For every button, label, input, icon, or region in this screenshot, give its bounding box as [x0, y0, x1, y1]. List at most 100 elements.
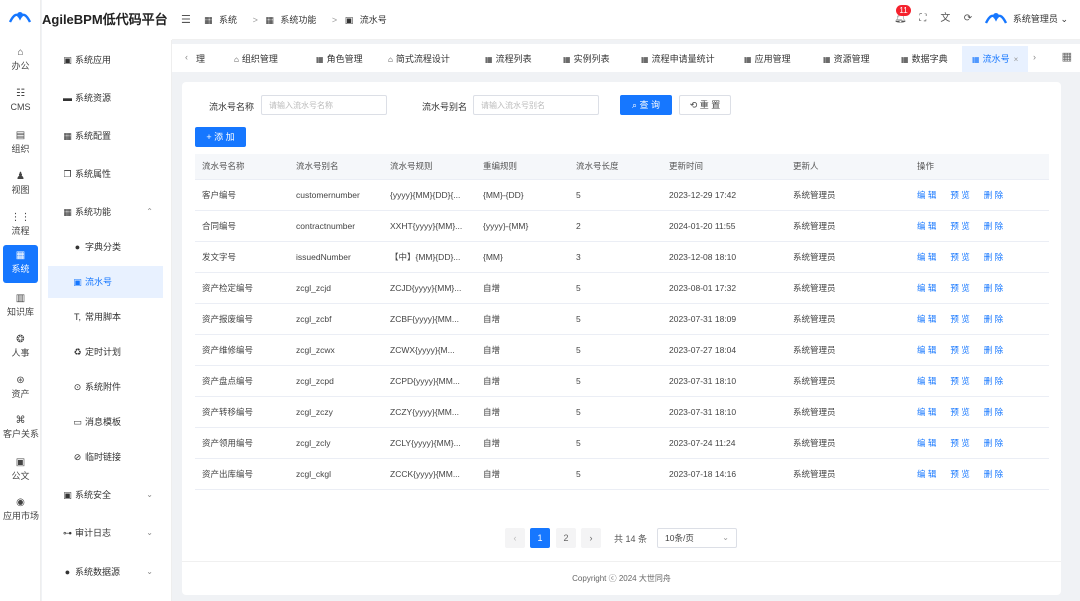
preview-button[interactable]: 预 览 [950, 345, 969, 355]
tab-4[interactable]: ⌂ 简式流程设计 [378, 46, 460, 72]
rail-item-5[interactable]: ⋮⋮ 流程 [3, 207, 38, 245]
serial-name-input[interactable] [261, 95, 387, 115]
home-icon: ⌂ [17, 47, 24, 58]
sidebar-item-9[interactable]: ♻ 定时计划 [48, 336, 163, 368]
edit-button[interactable]: 编 辑 [917, 221, 936, 231]
sidebar-item-11[interactable]: ▭ 消息模板 [48, 406, 163, 438]
table-cell: 5 [569, 272, 662, 304]
sidebar-item-13[interactable]: ▣ 系统安全 ⌄ [48, 479, 163, 511]
rail-item-2[interactable]: ☷ CMS [3, 83, 38, 121]
sidebar-item-14[interactable]: ⊶ 审计日志 ⌄ [48, 517, 163, 549]
page-2-button[interactable]: 2 [556, 528, 576, 548]
prev-page-button[interactable]: ‹ [505, 528, 525, 548]
rail-item-12[interactable]: ◉ 应用市场 [3, 492, 39, 530]
delete-button[interactable]: 删 除 [984, 345, 1003, 355]
preview-button[interactable]: 预 览 [950, 314, 969, 324]
breadcrumb-item-system[interactable]: ▦ 系统 [204, 15, 241, 25]
delete-button[interactable]: 删 除 [984, 407, 1003, 417]
rail-item-6[interactable]: ▦ 系统 [3, 245, 38, 283]
tab-8[interactable]: ▦ 应用管理 [734, 46, 801, 72]
preview-button[interactable]: 预 览 [950, 376, 969, 386]
rail-item-9[interactable]: ⊛ 资产 [3, 370, 38, 408]
edit-button[interactable]: 编 辑 [917, 469, 936, 479]
rail-item-3[interactable]: ▤ 组织 [3, 125, 38, 163]
avatar[interactable] [984, 9, 1008, 29]
edit-button[interactable]: 编 辑 [917, 283, 936, 293]
rail-item-7[interactable]: ▥ 知识库 [3, 288, 38, 326]
sidebar-item-15[interactable]: ● 系统数据源 ⌄ [48, 556, 163, 588]
rail-item-1[interactable]: ⌂ 办公 [3, 42, 38, 80]
menu-icon: ❐ [63, 169, 72, 179]
menu-toggle-icon[interactable]: ☰ [181, 13, 191, 26]
breadcrumb-item-serial[interactable]: ▣ 流水号 [345, 15, 391, 25]
delete-button[interactable]: 删 除 [984, 314, 1003, 324]
tab-7[interactable]: ▦ 流程申请量统计 [631, 46, 725, 72]
sidebar-item-2[interactable]: ▬ 系统资源 [48, 82, 163, 114]
bell-icon[interactable]: 🔔︎ 11 [890, 5, 911, 30]
delete-button[interactable]: 删 除 [984, 283, 1003, 293]
sidebar-item-4[interactable]: ❐ 系统属性 [48, 158, 163, 190]
table-cell: {MM} [476, 241, 569, 273]
tab-11[interactable]: ▦ 流水号 × [962, 46, 1029, 72]
tab-6[interactable]: ▦ 实例列表 [553, 46, 620, 72]
table-cell: 资产维修编号 [195, 334, 289, 366]
tab-5[interactable]: ▦ 流程列表 [475, 46, 542, 72]
edit-button[interactable]: 编 辑 [917, 345, 936, 355]
tab-10[interactable]: ▦ 数据字典 [891, 46, 958, 72]
delete-button[interactable]: 删 除 [984, 190, 1003, 200]
sidebar-item-3[interactable]: ▦ 系统配置 [48, 120, 163, 152]
delete-button[interactable]: 删 除 [984, 221, 1003, 231]
delete-button[interactable]: 删 除 [984, 376, 1003, 386]
preview-button[interactable]: 预 览 [950, 221, 969, 231]
reset-button[interactable]: ⟲ 重 置 [679, 95, 731, 115]
breadcrumb-item-function[interactable]: ▦ 系统功能 [265, 15, 320, 25]
refresh-icon[interactable]: ⟳ [958, 8, 978, 30]
preview-button[interactable]: 预 览 [950, 438, 969, 448]
rail-item-11[interactable]: ▣ 公文 [3, 452, 38, 490]
page-1-button[interactable]: 1 [530, 528, 550, 548]
sidebar-item-7[interactable]: ▣ 流水号 [48, 266, 163, 298]
fullscreen-icon[interactable]: ⛶ [913, 8, 933, 30]
translate-icon[interactable]: 文 [935, 8, 955, 30]
sidebar-item-1[interactable]: ▣ 系统应用 [48, 44, 163, 76]
tab-9[interactable]: ▦ 资源管理 [813, 46, 880, 72]
rail-item-8[interactable]: ❂ 人事 [3, 329, 38, 367]
serial-alias-input[interactable] [473, 95, 599, 115]
tab-2[interactable]: ⌂ 组织管理 [224, 46, 288, 72]
user-menu[interactable]: 系统管理员 ⌄ [1013, 12, 1068, 25]
add-button[interactable]: + 添 加 [195, 127, 246, 147]
table-cell: 资产领用编号 [195, 427, 289, 459]
page-size-select[interactable]: 10条/页 ⌄ [657, 528, 737, 548]
delete-button[interactable]: 删 除 [984, 469, 1003, 479]
apps-grid-icon[interactable]: ▦ [1062, 50, 1072, 63]
tabs-scroll-right-icon[interactable]: › [1033, 52, 1036, 62]
tab-1[interactable]: 理 [186, 46, 215, 72]
close-icon[interactable]: × [1014, 55, 1019, 64]
sidebar-item-5[interactable]: ▦ 系统功能 ⌃ [48, 196, 163, 228]
preview-button[interactable]: 预 览 [950, 407, 969, 417]
preview-button[interactable]: 预 览 [950, 283, 969, 293]
sidebar-item-6[interactable]: ● 字典分类 [48, 231, 163, 263]
sidebar-item-8[interactable]: T, 常用脚本 [48, 301, 163, 333]
table-row: 资产转移编号 zcgl_zczy ZCZY{yyyy}{MM... 自增 5 2023-0… [195, 396, 1049, 428]
edit-button[interactable]: 编 辑 [917, 376, 936, 386]
knowledge-icon: ▥ [15, 293, 26, 304]
tab-3[interactable]: ▦ 角色管理 [306, 46, 373, 72]
next-page-button[interactable]: › [581, 528, 601, 548]
edit-button[interactable]: 编 辑 [917, 407, 936, 417]
delete-button[interactable]: 删 除 [984, 438, 1003, 448]
edit-button[interactable]: 编 辑 [917, 438, 936, 448]
edit-button[interactable]: 编 辑 [917, 190, 936, 200]
sidebar-item-10[interactable]: ⊙ 系统附件 [48, 371, 163, 403]
rail-item-10[interactable]: ⌘ 客户关系 [3, 410, 39, 448]
query-button[interactable]: ⌕ 查 询 [620, 95, 672, 115]
delete-button[interactable]: 删 除 [984, 252, 1003, 262]
preview-button[interactable]: 预 览 [950, 469, 969, 479]
sidebar-item-12[interactable]: ⊘ 临时链接 [48, 441, 163, 473]
edit-button[interactable]: 编 辑 [917, 314, 936, 324]
preview-button[interactable]: 预 览 [950, 252, 969, 262]
edit-button[interactable]: 编 辑 [917, 252, 936, 262]
preview-button[interactable]: 预 览 [950, 190, 969, 200]
rail-item-4[interactable]: ♟ 视图 [3, 166, 38, 204]
sidebar-item-label: 系统属性 [75, 169, 112, 179]
